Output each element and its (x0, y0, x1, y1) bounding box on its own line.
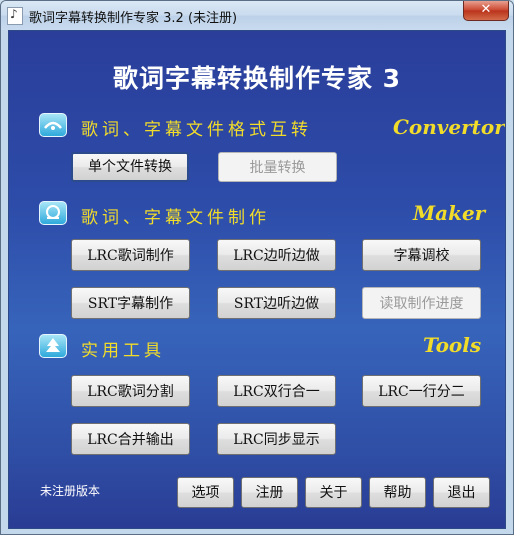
lrc-split-lines-button[interactable]: LRC一行分二 (362, 375, 481, 407)
subtitle-adjust-button[interactable]: 字幕调校 (362, 239, 481, 271)
convert-section-icon (39, 113, 67, 137)
window-title: 歌词字幕转换制作专家 3.2 (未注册) (29, 11, 238, 26)
tools-section-title: 实用工具 (81, 341, 165, 361)
lrc-merge-output-button[interactable]: LRC合并输出 (71, 423, 190, 455)
lrc-make-button[interactable]: LRC歌词制作 (71, 239, 190, 271)
options-button[interactable]: 选项 (177, 477, 234, 508)
lrc-merge-lines-button[interactable]: LRC双行合一 (217, 375, 336, 407)
app-icon (7, 7, 23, 25)
tools-section-label: Tools (423, 333, 482, 357)
maker-section-label: Maker (413, 201, 486, 225)
load-progress-button[interactable]: 读取制作进度 (362, 287, 481, 319)
about-button[interactable]: 关于 (305, 477, 362, 508)
maker-section-title: 歌词、字幕文件制作 (81, 208, 270, 228)
convert-section-title: 歌词、字幕文件格式互转 (81, 120, 312, 140)
register-button[interactable]: 注册 (241, 477, 298, 508)
single-file-convert-button[interactable]: 单个文件转换 (71, 152, 189, 182)
app-heading: 歌词字幕转换制作专家 3 (112, 64, 402, 93)
lrc-listen-make-button[interactable]: LRC边听边做 (217, 239, 336, 271)
convert-section-label: Convertor (393, 115, 505, 139)
batch-convert-button[interactable]: 批量转换 (218, 152, 337, 182)
srt-listen-make-button[interactable]: SRT边听边做 (217, 287, 336, 319)
main-panel: 歌词字幕转换制作专家 3 歌词、字幕文件格式互转 Convertor 单个文件转… (8, 30, 506, 529)
app-window: 歌词字幕转换制作专家 3.2 (未注册) ✕ 歌词字幕转换制作专家 3 歌词、字… (0, 0, 514, 535)
maker-section-icon (39, 201, 67, 225)
close-button[interactable]: ✕ (463, 1, 509, 21)
registration-status: 未注册版本 (40, 484, 101, 498)
title-bar[interactable]: 歌词字幕转换制作专家 3.2 (未注册) ✕ (1, 1, 513, 30)
tools-section-icon (39, 334, 67, 358)
srt-make-button[interactable]: SRT字幕制作 (71, 287, 190, 319)
help-button[interactable]: 帮助 (369, 477, 426, 508)
lrc-split-button[interactable]: LRC歌词分割 (71, 375, 190, 407)
lrc-sync-display-button[interactable]: LRC同步显示 (217, 423, 336, 455)
exit-button[interactable]: 退出 (433, 477, 490, 508)
